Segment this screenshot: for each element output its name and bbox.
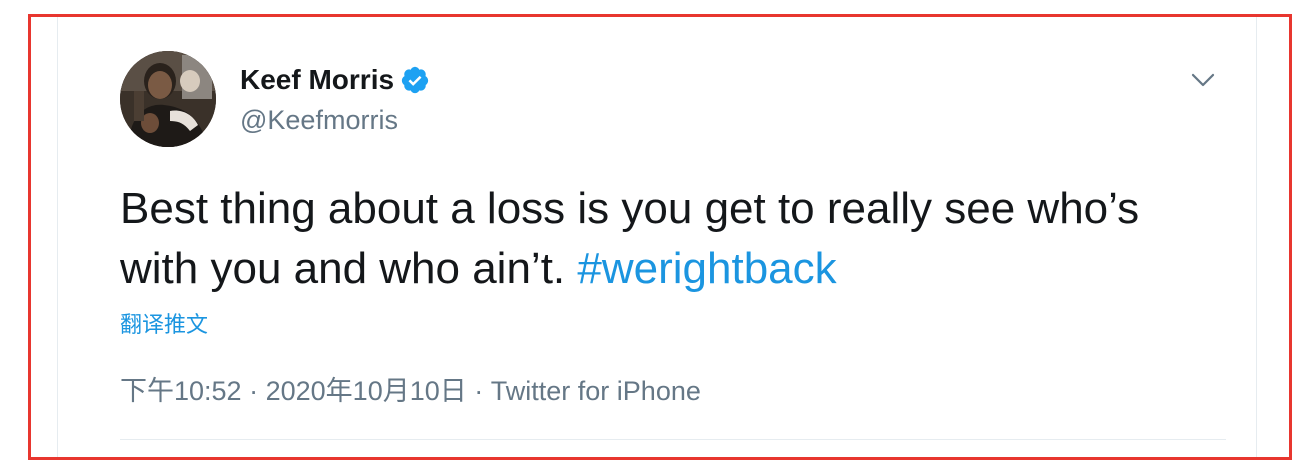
author-handle[interactable]: @Keefmorris bbox=[240, 103, 430, 137]
avatar-photo bbox=[120, 51, 216, 147]
tweet-time[interactable]: 下午10:52 bbox=[120, 376, 242, 406]
chevron-down-icon[interactable] bbox=[1188, 65, 1218, 95]
tweet-meta: 下午10:52 · 2020年10月10日 · Twitter for iPho… bbox=[120, 373, 701, 409]
hashtag-link[interactable]: #werightback bbox=[577, 244, 836, 293]
tweet-text: Best thing about a loss is you get to re… bbox=[120, 179, 1200, 299]
author-name-row: Keef Morris bbox=[240, 63, 430, 97]
tweet-card: Keef Morris @Keefmorris Best thing about… bbox=[57, 17, 1257, 457]
divider bbox=[120, 439, 1226, 440]
translate-tweet-link[interactable]: 翻译推文 bbox=[120, 310, 208, 340]
avatar[interactable] bbox=[120, 51, 216, 147]
author-name[interactable]: Keef Morris bbox=[240, 63, 394, 97]
highlight-frame: Keef Morris @Keefmorris Best thing about… bbox=[28, 14, 1292, 460]
tweet-source[interactable]: Twitter for iPhone bbox=[491, 376, 701, 406]
tweet-date[interactable]: 2020年10月10日 bbox=[266, 376, 467, 406]
meta-separator: · bbox=[249, 376, 259, 406]
meta-separator: · bbox=[474, 376, 484, 406]
verified-badge-icon bbox=[400, 65, 430, 95]
author-info: Keef Morris @Keefmorris bbox=[240, 63, 430, 137]
